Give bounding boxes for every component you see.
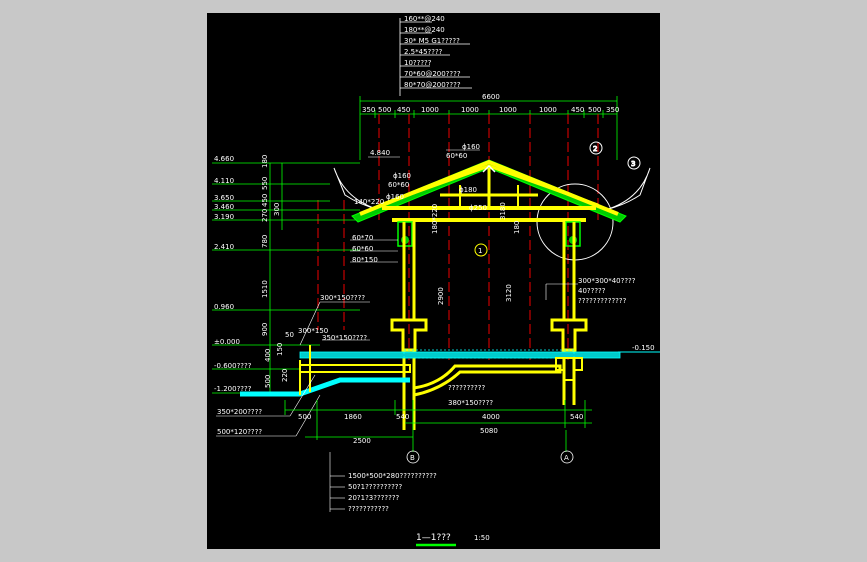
- callout: 40?????: [578, 287, 606, 295]
- callout: 350*150????: [322, 334, 367, 342]
- dim-seg: 350: [606, 106, 619, 114]
- vdim: 220: [281, 369, 289, 382]
- vdim: 150: [276, 343, 284, 356]
- top-dims: 350 500 450 1000 1000 1000 1000 450 500 …: [362, 106, 619, 114]
- vdim: 270: [261, 209, 269, 222]
- vdim: 300: [273, 203, 281, 216]
- bottom-note: 20?1?3???????: [348, 494, 400, 502]
- vdim: 180: [261, 155, 269, 168]
- top-note: 70*60@200????: [404, 70, 461, 78]
- struct-label: 140*220: [354, 198, 384, 206]
- callout: 50: [285, 331, 294, 339]
- vdim: 1510: [261, 280, 269, 298]
- top-note: 30* M5 G1?????: [404, 37, 460, 45]
- dim-seg: 500: [588, 106, 601, 114]
- struct-label: 60*70: [352, 234, 373, 242]
- top-note: 80*70@200????: [404, 81, 461, 89]
- dim-seg: 350: [362, 106, 375, 114]
- dim-seg: 1000: [461, 106, 479, 114]
- elevation-mark: 2.410: [214, 243, 234, 251]
- elevation-lines: [212, 162, 360, 395]
- struct-label: 4.840: [370, 149, 390, 157]
- dim-total: 6600: [482, 93, 500, 101]
- vertical-dims: 180 550 450 270 300 780 1510 900 400 500…: [261, 155, 289, 388]
- elevation-mark: -0.600????: [214, 362, 252, 370]
- dim-seg: 1000: [499, 106, 517, 114]
- struct-label: 60*60: [388, 181, 409, 189]
- callout: 350*200????: [217, 408, 262, 416]
- top-note: 2.5*45????: [404, 48, 443, 56]
- right-callouts: 300*300*40???? 40????? ?????????????: [578, 277, 636, 305]
- axis-bubbles: [406, 450, 574, 464]
- dim-seg: 1000: [421, 106, 439, 114]
- top-note: 10?????: [404, 59, 432, 67]
- dim-seg: 450: [397, 106, 410, 114]
- dim-bottom: 5080: [480, 427, 498, 435]
- dim-bottom: 4000: [482, 413, 500, 421]
- bottom-dimension-chain: [284, 400, 592, 452]
- bottom-notes: 1500*500*280?????????? 50?1?????????? 20…: [348, 472, 437, 513]
- elevation-mark: 3.190: [214, 213, 234, 221]
- center-dim: 180: [513, 221, 521, 234]
- drawing-title: 1—1???: [416, 533, 451, 543]
- top-note: 160**@240: [404, 15, 445, 23]
- top-note: 180**@240: [404, 26, 445, 34]
- dim-bottom: 1860: [344, 413, 362, 421]
- dim-bottom: 540: [396, 413, 409, 421]
- vdim: 450: [261, 194, 269, 207]
- callout: 300*150????: [320, 294, 365, 302]
- top-notes: 160**@240 180**@240 30* M5 G1????? 2.5*4…: [404, 15, 461, 89]
- elevation-mark: 4.110: [214, 177, 234, 185]
- vdim: 550: [261, 177, 269, 190]
- struct-label: ϕ160: [462, 143, 480, 151]
- elevations: 4.660 4.110 3.650 3.460 3.190 2.410 0.96…: [214, 155, 252, 393]
- dim-bottom: 540: [570, 413, 583, 421]
- struct-label: 60*60: [446, 152, 467, 160]
- callout: ?????????????: [578, 297, 627, 305]
- beam-label: 380*150????: [448, 399, 493, 407]
- elevation-mark: 0.960: [214, 303, 234, 311]
- bottom-dims: 500 1860 540 4000 540 5080 2500: [298, 413, 583, 445]
- dim-bottom: 500: [298, 413, 311, 421]
- bottom-note: ???????????: [348, 505, 389, 513]
- struct-label: ϕ160: [393, 172, 411, 180]
- elevation-right: -0.150: [632, 344, 655, 352]
- dim-bottom: 2500: [353, 437, 371, 445]
- vdim: 900: [261, 323, 269, 336]
- beam-labels: ?????????? 380*150????: [448, 384, 493, 407]
- elevation-mark: 3.460: [214, 203, 234, 211]
- section-drawing: 160**@240 180**@240 30* M5 G1????? 2.5*4…: [212, 15, 660, 547]
- dim-seg: 1000: [539, 106, 557, 114]
- axis-bubble-3: 3: [631, 160, 635, 168]
- center-dim: 3120: [505, 284, 513, 302]
- center-dim: 3180: [499, 202, 507, 220]
- center-dim: 2900: [437, 287, 445, 305]
- axis-bubble-2: 2: [593, 145, 597, 153]
- drawing-scale: 1:50: [474, 534, 490, 542]
- bottom-note: 1500*500*280??????????: [348, 472, 437, 480]
- vdim: 500: [264, 375, 272, 388]
- struct-label: ϕ160: [386, 193, 404, 201]
- axis-label-b: B: [410, 454, 415, 462]
- elevation-mark: 4.660: [214, 155, 234, 163]
- beam-label: ??????????: [448, 384, 485, 392]
- elevation-mark: 3.650: [214, 194, 234, 202]
- struct-label: ϕ250: [469, 204, 487, 212]
- callout: 300*300*40????: [578, 277, 636, 285]
- vdim: 780: [261, 235, 269, 248]
- struct-label: 80*150: [352, 256, 378, 264]
- vdim: 400: [264, 349, 272, 362]
- callout: 500*120????: [217, 428, 262, 436]
- struct-label: 180*220: [431, 204, 439, 234]
- dim-seg: 450: [571, 106, 584, 114]
- struct-label: 60*60: [352, 245, 373, 253]
- axis-bubble-label: 1: [478, 247, 482, 255]
- axis-label-a: A: [564, 454, 569, 462]
- dim-seg: 500: [378, 106, 391, 114]
- elevation-mark: ±0.000: [214, 338, 240, 346]
- bottom-notes-leader: [329, 452, 345, 512]
- bottom-note: 50?1??????????: [348, 483, 403, 491]
- struct-label: ϕ180: [459, 186, 477, 194]
